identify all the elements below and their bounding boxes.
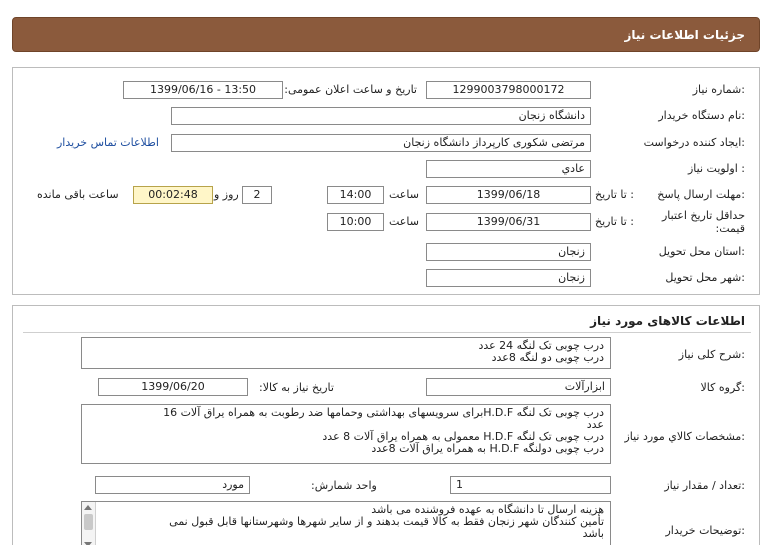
announce-datetime-field[interactable]: 1399/06/16 - 13:50 — [123, 81, 283, 99]
deadline-days-label: روز و — [214, 188, 239, 201]
buyer-contact-link[interactable]: اطلاعات تماس خریدار — [57, 136, 159, 149]
specs-field[interactable]: درب چوبی تک لنگه H.D.Fبرای سرویسهای بهدا… — [81, 404, 611, 464]
summary-line: درب چوبی دو لنگه 8عدد — [491, 351, 604, 364]
need-number-label: شماره نیاز: — [692, 83, 745, 96]
delivery-province-label: استان محل تحویل: — [658, 245, 745, 258]
scroll-thumb[interactable] — [84, 514, 93, 530]
requester-label: ایجاد کننده درخواست: — [643, 136, 745, 149]
goods-group-select[interactable]: ابزارآلات — [426, 378, 611, 396]
goods-section-title: اطلاعات کالاهای مورد نیاز — [590, 314, 745, 328]
quantity-label: تعداد / مقدار نیاز: — [664, 479, 745, 492]
unit-label: واحد شمارش: — [311, 479, 377, 492]
goods-title-divider — [23, 332, 751, 333]
quantity-field[interactable]: 1 — [450, 476, 611, 494]
price-validity-to-date-label: تا تاریخ : — [595, 215, 634, 228]
deadline-date-field[interactable]: 1399/06/18 — [426, 186, 591, 204]
specs-line: درب چوبی دولنگه H.D.F به همراه یراق آلات… — [371, 442, 604, 455]
priority-label: اولویت نیاز : — [687, 162, 745, 175]
deadline-days-field[interactable]: 2 — [242, 186, 272, 204]
price-validity-date-field[interactable]: 1399/06/31 — [426, 213, 591, 231]
remaining-time-label: ساعت باقی مانده — [37, 188, 119, 201]
page-header-bar: جزئیات اطلاعات نیاز — [12, 17, 760, 52]
specs-label: مشخصات کالاي مورد نياز: — [624, 430, 745, 443]
delivery-province-field[interactable]: زنجان — [426, 243, 591, 261]
need-details-panel: شماره نیاز: 1299003798000172 تاریخ و ساع… — [12, 67, 760, 295]
deadline-to-date-label: تا تاریخ : — [595, 188, 634, 201]
page-title: جزئیات اطلاعات نیاز — [624, 28, 745, 42]
delivery-city-field[interactable]: زنجان — [426, 269, 591, 287]
buyer-org-field[interactable]: دانشگاه زنجان — [171, 107, 591, 125]
announce-datetime-label: تاریخ و ساعت اعلان عمومی: — [284, 83, 417, 96]
remaining-time-field: 00:02:48 — [133, 186, 213, 204]
priority-field[interactable]: عادي — [426, 160, 591, 178]
unit-field[interactable]: مورد — [95, 476, 250, 494]
deadline-time-label: ساعت — [389, 188, 419, 201]
deadline-time-field[interactable]: 14:00 — [327, 186, 384, 204]
buyer-notes-line: باشد — [582, 527, 604, 540]
specs-line: درب چوبی تک لنگه H.D.Fبرای سرویسهای بهدا… — [163, 406, 604, 419]
buyer-org-label: نام دستگاه خریدار: — [658, 109, 745, 122]
delivery-city-label: شهر محل تحویل: — [665, 271, 745, 284]
scroll-up-icon[interactable] — [84, 505, 92, 510]
goods-group-label: گروه کالا: — [700, 381, 745, 394]
buyer-notes-line: تأمین کنندگان شهر زنجان فقط به کالا قیمت… — [169, 515, 604, 528]
summary-label: شرح کلی نیاز: — [678, 348, 745, 361]
price-validity-time-label: ساعت — [389, 215, 419, 228]
deadline-label: مهلت ارسال پاسخ: — [657, 188, 745, 201]
buyer-notes-label: توضیحات خریدار: — [665, 524, 746, 537]
price-validity-time-field[interactable]: 10:00 — [327, 213, 384, 231]
need-date-label: تاریخ نیاز به کالا: — [259, 381, 334, 394]
need-date-field[interactable]: 1399/06/20 — [98, 378, 248, 396]
buyer-notes-field[interactable]: هزینه ارسال تا دانشگاه به عهده فروشنده م… — [81, 501, 611, 545]
requester-field[interactable]: مرتضی شکوری کارپرداز دانشگاه زنجان — [171, 134, 591, 152]
buyer-notes-scrollbar[interactable] — [82, 502, 96, 545]
summary-field[interactable]: درب چوبی تک لنگه 24 عدد درب چوبی دو لنگه… — [81, 337, 611, 369]
price-validity-label: حداقل تاریخ اعتبار قیمت: — [661, 209, 745, 235]
need-number-field[interactable]: 1299003798000172 — [426, 81, 591, 99]
goods-panel: اطلاعات کالاهای مورد نیاز شرح کلی نیاز: … — [12, 305, 760, 545]
